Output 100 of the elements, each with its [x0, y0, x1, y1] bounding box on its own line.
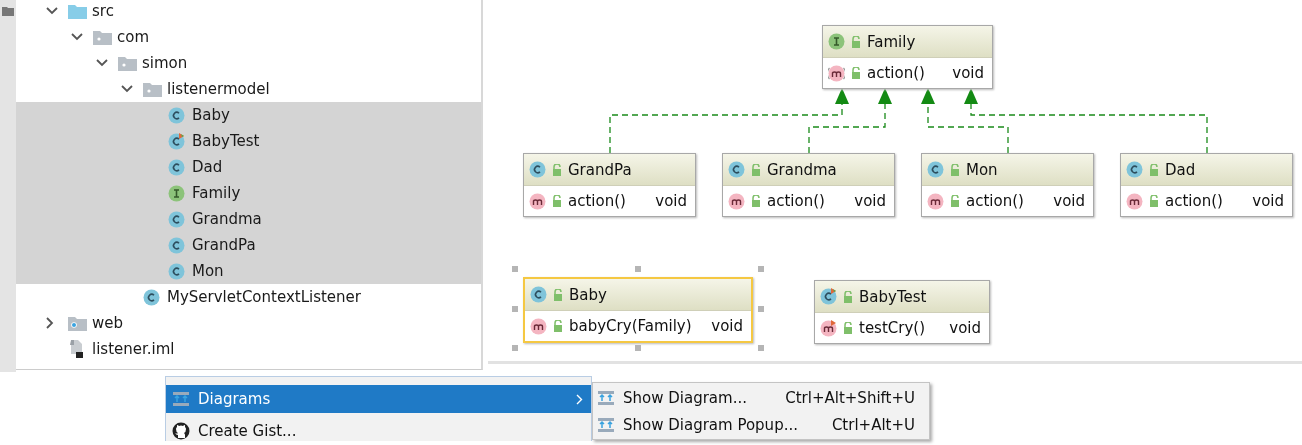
tree-item-label: com	[116, 28, 150, 46]
interface-icon	[828, 33, 845, 50]
class-icon	[1126, 161, 1143, 178]
return-type: void	[1053, 192, 1085, 210]
method-name: action()	[1165, 192, 1223, 210]
chevron-down-icon[interactable]	[71, 33, 83, 41]
class-node[interactable]: Family action() void	[822, 25, 993, 89]
github-icon	[172, 422, 190, 440]
shortcut-label: Ctrl+Alt+Shift+U	[785, 388, 915, 407]
class-icon	[168, 106, 185, 124]
diagram-icon	[172, 391, 190, 407]
resize-handle[interactable]	[635, 345, 641, 351]
class-node[interactable]: BabyTest testCry() void	[814, 280, 990, 344]
tree-item-label: BabyTest	[191, 132, 260, 150]
resize-handle[interactable]	[758, 345, 764, 351]
class-icon	[168, 158, 185, 176]
test-class-icon	[168, 132, 185, 150]
lock-icon	[1149, 195, 1159, 207]
diagram-icon	[597, 416, 615, 433]
tree-row[interactable]: Family	[16, 180, 481, 206]
node-title: Grandma	[767, 160, 837, 179]
package-icon	[93, 29, 112, 45]
tree-row[interactable]: listenermodel	[16, 76, 481, 102]
test-method-icon	[820, 319, 837, 337]
method-icon	[728, 192, 745, 210]
lock-icon	[950, 195, 960, 207]
tree-row[interactable]: web	[16, 310, 481, 336]
test-class-icon	[820, 288, 837, 305]
lock-icon	[851, 35, 861, 48]
method-name: action()	[767, 192, 825, 210]
package-icon	[143, 81, 162, 97]
node-title: Family	[867, 32, 916, 51]
resize-handle[interactable]	[758, 305, 764, 312]
menu-item[interactable]: Show Diagram... Ctrl+Alt+Shift+U	[593, 384, 929, 411]
class-icon	[530, 286, 547, 303]
tree-item-label: listener.iml	[91, 340, 175, 358]
return-type: void	[854, 192, 886, 210]
lock-icon	[751, 163, 761, 176]
chevron-down-icon[interactable]	[96, 59, 108, 67]
tree-row[interactable]: com	[16, 24, 481, 50]
tree-item-label: Grandma	[191, 210, 262, 228]
class-node[interactable]: GrandPa action() void	[523, 153, 696, 217]
chevron-right-icon[interactable]	[46, 317, 54, 329]
class-node[interactable]: Mon action() void	[921, 153, 1094, 217]
tree-row[interactable]: Grandma	[16, 206, 481, 232]
class-node[interactable]: Dad action() void	[1120, 153, 1293, 217]
menu-item[interactable]: Create Gist...	[166, 417, 591, 445]
return-type: void	[949, 319, 981, 337]
tree-row[interactable]: listener.iml	[16, 336, 481, 362]
menu-item[interactable]: Show Diagram Popup... Ctrl+Alt+U	[593, 411, 929, 438]
tree-item-label: GrandPa	[191, 236, 256, 254]
method-name: action()	[867, 64, 925, 82]
tree-row[interactable]: MyServletContextListener	[16, 284, 481, 310]
tree-item-label: simon	[141, 54, 188, 72]
lock-icon	[851, 67, 861, 79]
resize-handle[interactable]	[512, 266, 518, 272]
lock-icon	[843, 290, 853, 303]
tree-item-label: MyServletContextListener	[166, 288, 361, 306]
tree-row[interactable]: src	[16, 0, 481, 24]
method-icon	[530, 317, 547, 335]
node-title: Baby	[569, 285, 607, 304]
node-title: Dad	[1165, 160, 1196, 179]
abstract-method-icon	[828, 64, 845, 82]
shortcut-label: Ctrl+Alt+U	[831, 415, 915, 434]
return-type: void	[655, 192, 687, 210]
lock-icon	[552, 163, 562, 176]
method-name: babyCry(Family)	[569, 317, 692, 335]
tree-row[interactable]: Dad	[16, 154, 481, 180]
resize-handle[interactable]	[758, 266, 764, 272]
resize-handle[interactable]	[512, 345, 518, 351]
method-name: testCry()	[859, 319, 926, 337]
class-icon	[927, 161, 944, 178]
return-type: void	[711, 317, 743, 335]
web-folder-icon	[68, 315, 87, 331]
resize-handle[interactable]	[635, 266, 641, 272]
chevron-down-icon[interactable]	[121, 85, 133, 93]
chevron-down-icon[interactable]	[46, 7, 58, 15]
tree-item-label: Baby	[191, 106, 230, 124]
package-icon	[118, 55, 137, 71]
method-icon	[927, 192, 944, 210]
tree-row[interactable]: Mon	[16, 258, 481, 284]
return-type: void	[1252, 192, 1284, 210]
folder-icon[interactable]	[2, 6, 14, 16]
tree-row[interactable]: BabyTest	[16, 128, 481, 154]
class-icon	[168, 210, 185, 228]
class-icon	[529, 161, 546, 178]
lock-icon	[843, 322, 853, 334]
class-icon	[728, 161, 745, 178]
resize-handle[interactable]	[512, 305, 518, 312]
lock-icon	[751, 195, 761, 207]
interface-icon	[168, 184, 185, 202]
tree-row[interactable]: GrandPa	[16, 232, 481, 258]
tree-item-label: Mon	[191, 262, 224, 280]
class-node[interactable]: Grandma action() void	[722, 153, 895, 217]
menu-item[interactable]: Diagrams	[166, 385, 591, 413]
tree-item-label: src	[91, 2, 114, 20]
tree-row[interactable]: Baby	[16, 102, 481, 128]
tree-row[interactable]: simon	[16, 50, 481, 76]
class-node[interactable]: Baby babyCry(Family) void	[523, 277, 753, 343]
tree-item-label: Family	[191, 184, 241, 202]
